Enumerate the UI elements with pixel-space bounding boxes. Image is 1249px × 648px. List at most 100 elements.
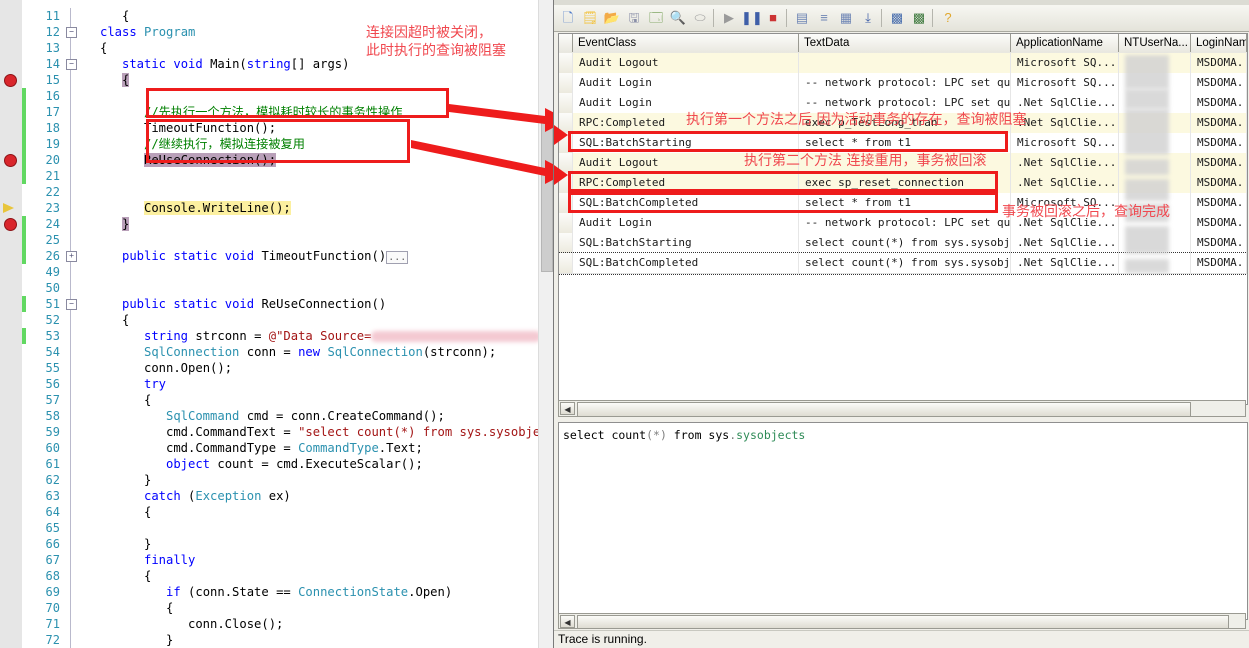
grid-horizontal-scrollbar-thumb[interactable] [577,402,1191,417]
outline-collapse-icon[interactable]: − [66,59,77,70]
code-line[interactable]: { [78,600,173,616]
grid-header-applicationname[interactable]: ApplicationName [1011,34,1119,52]
grid-header-eventclass[interactable]: EventClass [573,34,799,52]
cell-loginname[interactable]: MSDOMA... [1191,153,1247,173]
code-line[interactable]: Console.WriteLine(); [78,200,291,216]
breakpoint-icon[interactable] [4,218,17,231]
help-icon[interactable]: ? [938,8,958,28]
code-line[interactable]: try [78,376,166,392]
profiler-toolbar[interactable]: 🗋 🗒 📂 🖫 🗔 🔍 ⬭ ▶ ❚❚ ■ ▤ ≡ ▦ ⤓ ▩ ▩? [554,5,1249,32]
code-line[interactable]: { [78,40,107,56]
cell-applicationname[interactable]: Microsoft SQ... [1011,73,1119,93]
row-selector-cell[interactable] [559,253,573,273]
row-selector-cell[interactable] [559,53,573,73]
cell-applicationname[interactable]: .Net SqlClie... [1011,93,1119,113]
code-line[interactable]: } [78,632,173,648]
code-line[interactable]: { [78,392,151,408]
code-line[interactable]: { [78,568,151,584]
cell-loginname[interactable]: MSDOMA... [1191,133,1247,153]
cell-loginname[interactable]: MSDOMA... [1191,193,1247,213]
code-line[interactable]: conn.Close(); [78,616,283,632]
code-line[interactable]: SqlConnection conn = new SqlConnection(s… [78,344,496,360]
performance-analysis-icon[interactable]: ▩ [909,8,929,28]
code-line[interactable]: } [78,536,151,552]
code-line[interactable]: { [78,312,129,328]
cell-loginname[interactable]: MSDOMA... [1191,213,1247,233]
editor-vertical-scrollbar[interactable] [538,0,553,648]
grid-horizontal-scrollbar[interactable]: ◀ [558,400,1246,417]
grid-header-ntusername[interactable]: NTUserNa... [1119,34,1191,52]
editor-vertical-scrollbar-thumb[interactable] [541,120,553,272]
cell-applicationname[interactable]: Microsoft SQ... [1011,133,1119,153]
cell-applicationname[interactable]: Microsoft SQ... [1011,53,1119,73]
cell-eventclass[interactable]: Audit Logout [573,53,799,73]
detail-scroll-left-arrow[interactable]: ◀ [560,615,575,628]
group-columns-icon[interactable]: ▤ [792,8,812,28]
cell-loginname[interactable]: MSDOMA... [1191,53,1247,73]
cell-eventclass[interactable]: SQL:BatchStarting [573,233,799,253]
grid-header-loginname[interactable]: LoginName [1191,34,1247,52]
cell-loginname[interactable]: MSDOMA... [1191,233,1247,253]
code-line[interactable]: { [78,504,151,520]
event-detail-panel[interactable]: select count(*) from sys.sysobjects [558,422,1248,620]
start-trace-icon[interactable]: ▶ [719,8,739,28]
code-line[interactable]: static void Main(string[] args) [78,56,349,72]
properties-icon[interactable]: 🗔 [646,8,666,28]
code-line[interactable]: string strconn = @"Data Source=;po [78,328,553,344]
cell-eventclass[interactable]: Audit Login [573,93,799,113]
code-line[interactable]: } [78,472,151,488]
code-line[interactable]: cmd.CommandType = CommandType.Text; [78,440,423,456]
outline-collapse-icon[interactable]: − [66,299,77,310]
detail-horizontal-scrollbar-thumb[interactable] [577,615,1229,629]
outline-expand-icon[interactable]: + [66,251,77,262]
pause-trace-icon[interactable]: ❚❚ [741,8,763,28]
cell-applicationname[interactable]: .Net SqlClie... [1011,173,1119,193]
open-trace-file-icon[interactable]: 📂 [602,8,622,28]
cell-applicationname[interactable]: .Net SqlClie... [1011,233,1119,253]
outline-collapse-icon[interactable]: − [66,27,77,38]
extract-events-icon[interactable]: ▩ [887,8,907,28]
cell-textdata[interactable]: select count(*) from sys.sysobjects [799,253,1011,273]
row-selector-cell[interactable] [559,73,573,93]
cell-eventclass[interactable]: SQL:BatchCompleted [573,253,799,273]
cell-textdata[interactable]: -- network protocol: LPC set quote... [799,73,1011,93]
cell-loginname[interactable]: MSDOMA... [1191,73,1247,93]
clear-trace-window-icon[interactable]: ⬭ [690,8,710,28]
cell-applicationname[interactable]: .Net SqlClie... [1011,113,1119,133]
new-template-icon[interactable]: 🗒 [580,8,600,28]
breakpoint-icon[interactable] [4,154,17,167]
cell-loginname[interactable]: MSDOMA... [1191,173,1247,193]
cell-textdata[interactable]: -- network protocol: LPC set quote... [799,93,1011,113]
auto-scroll-icon[interactable]: ⤓ [858,8,878,28]
cell-textdata[interactable] [799,53,1011,73]
row-selector-cell[interactable] [559,153,573,173]
code-line[interactable]: catch (Exception ex) [78,488,291,504]
cell-loginname[interactable]: MSDOMA... [1191,253,1247,273]
code-line[interactable]: } [78,216,130,232]
aggregate-view-icon[interactable]: ≡ [814,8,834,28]
row-selector-cell[interactable] [559,113,573,133]
cell-textdata[interactable]: -- network protocol: LPC set quote... [799,213,1011,233]
code-line[interactable]: if (conn.State == ConnectionState.Open) [78,584,452,600]
row-selector-cell[interactable] [559,93,573,113]
cell-applicationname[interactable]: .Net SqlClie... [1011,253,1119,273]
code-line[interactable]: public static void ReUseConnection() [78,296,386,312]
grid-scroll-left-arrow[interactable]: ◀ [560,402,575,415]
new-trace-icon[interactable]: 🗋 [558,8,578,28]
code-line[interactable]: public static void TimeoutFunction()... [78,248,409,264]
stop-trace-icon[interactable]: ■ [763,8,783,28]
code-line[interactable]: class Program [78,24,195,40]
code-line[interactable]: { [78,8,129,24]
code-line[interactable]: object count = cmd.ExecuteScalar(); [78,456,423,472]
code-line[interactable]: { [78,72,130,88]
cell-applicationname[interactable]: .Net SqlClie... [1011,153,1119,173]
save-trace-icon[interactable]: 🖫 [624,8,644,28]
cell-textdata[interactable]: select count(*) from sys.sysobjects [799,233,1011,253]
trace-grid-header[interactable]: EventClass TextData ApplicationName NTUserN… [559,34,1247,54]
cell-eventclass[interactable]: Audit Login [573,213,799,233]
cell-eventclass[interactable]: Audit Login [573,73,799,93]
row-selector-cell[interactable] [559,213,573,233]
code-line[interactable]: finally [78,552,195,568]
code-line[interactable]: conn.Open(); [78,360,232,376]
filter-icon[interactable]: ▦ [836,8,856,28]
